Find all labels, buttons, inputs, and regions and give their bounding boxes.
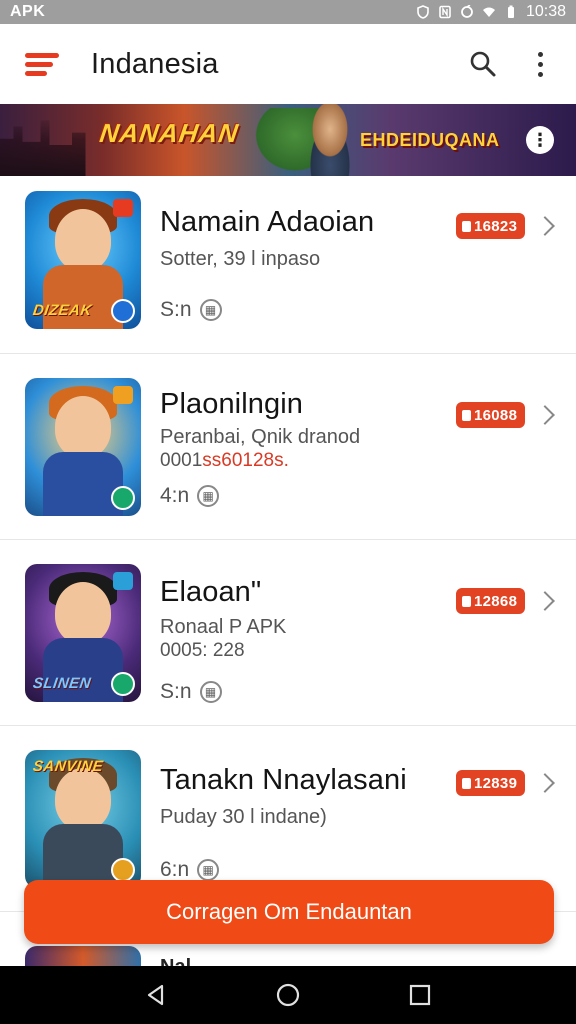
rating-text: S:n: [160, 298, 192, 321]
thumbnail-tag: SLINEN: [31, 675, 93, 692]
download-icon: ▦: [197, 859, 220, 881]
app-meta: S:n ▦: [160, 680, 222, 704]
app-title: Tanakn Nnaylasani: [160, 764, 407, 796]
primary-cta-button[interactable]: Corragen Om Endauntan: [24, 880, 554, 944]
status-time: 10:38: [525, 3, 566, 20]
chevron-right-icon: [535, 773, 555, 793]
app-title: Elaoan": [160, 576, 262, 608]
recents-icon[interactable]: [400, 975, 440, 1015]
app-thumbnail: SLINEN: [25, 564, 141, 702]
app-detail: 0005: 228: [160, 640, 245, 661]
download-icon: ▦: [197, 485, 220, 507]
app-thumbnail: [25, 378, 141, 516]
chevron-right-icon: [535, 405, 555, 425]
chevron-right-icon: [535, 591, 555, 611]
search-icon[interactable]: [466, 47, 500, 81]
more-options-icon[interactable]: [530, 47, 550, 81]
castle-illustration: [0, 120, 86, 176]
detail-highlight: ss60128s.: [202, 450, 289, 471]
status-badge: 12839: [456, 770, 526, 796]
page-title: Indanesia: [91, 47, 219, 80]
badge-value: 12868: [474, 592, 518, 610]
list-item[interactable]: SLINEN Elaoan" Ronaal P APK 0005: 228 S:…: [0, 540, 576, 726]
chevron-right-icon: [535, 216, 555, 236]
lock-icon: [462, 220, 471, 232]
menu-icon[interactable]: [25, 49, 63, 79]
app-bar: Indanesia: [0, 24, 576, 104]
list-item[interactable]: Plaonilngin Peranbai, Qnik dranod 0001ss…: [0, 354, 576, 540]
hero-illustration: [300, 104, 360, 176]
status-badge: 16823: [456, 213, 526, 239]
app-thumbnail: [25, 946, 141, 966]
status-icons: 10:38: [416, 3, 566, 21]
status-bar: APK 10:38: [0, 0, 576, 24]
promo-banner[interactable]: NANAHAN EHDEIDUQANA ⋮: [0, 104, 576, 176]
status-apk-label: APK: [10, 3, 46, 20]
lock-icon: [462, 595, 471, 607]
status-badge: 12868: [456, 588, 526, 614]
sync-icon: [461, 5, 473, 18]
rating-text: 6:n: [160, 858, 190, 881]
app-thumbnail: SANVINE: [25, 750, 141, 888]
thumbnail-tag: SANVINE: [31, 758, 105, 775]
system-nav-bar: [0, 966, 576, 1024]
app-meta: S:n ▦: [160, 298, 222, 322]
home-icon[interactable]: [268, 975, 308, 1015]
app-subtitle: Puday 30 l indane): [160, 806, 327, 828]
app-title: Plaonilngin: [160, 388, 303, 420]
badge-value: 12839: [474, 774, 518, 792]
list-item[interactable]: DIZEAK Namain Adaoian Sotter, 39 l inpas…: [0, 176, 576, 354]
download-icon: ▦: [199, 681, 222, 703]
app-meta: 6:n ▦: [160, 858, 220, 882]
app-subtitle: Sotter, 39 l inpaso: [160, 248, 321, 270]
wifi-icon: [482, 7, 495, 17]
rating-text: S:n: [160, 680, 192, 703]
banner-right-logo-text: EHDEIDUQANA: [360, 130, 500, 150]
shield-icon: [417, 5, 429, 19]
app-subtitle: Ronaal P APK: [160, 616, 287, 638]
app-detail: 0001ss60128s.: [160, 450, 289, 472]
status-badge: 16088: [456, 402, 526, 428]
app-subtitle: Peranbai, Qnik dranod: [160, 426, 361, 448]
back-icon[interactable]: [136, 975, 176, 1015]
rating-text: 4:n: [160, 484, 190, 507]
list-item-partial[interactable]: Nal: [0, 944, 576, 966]
battery-icon: [507, 5, 514, 18]
app-thumbnail: DIZEAK: [25, 191, 141, 329]
lock-icon: [462, 777, 471, 789]
download-icon: ▦: [199, 299, 222, 321]
thumbnail-tag: DIZEAK: [31, 302, 94, 319]
badge-value: 16823: [474, 217, 518, 235]
nfc-icon: [439, 5, 451, 19]
lock-icon: [462, 409, 471, 421]
banner-left-logo-text: NANAHAN: [97, 118, 241, 148]
app-title: Namain Adaoian: [160, 206, 375, 238]
app-title: Nal: [160, 956, 191, 966]
badge-value: 16088: [474, 406, 518, 424]
app-list: DIZEAK Namain Adaoian Sotter, 39 l inpas…: [0, 176, 576, 912]
info-icon[interactable]: ⋮: [526, 126, 554, 154]
detail-prefix: 0001: [160, 450, 203, 471]
app-meta: 4:n ▦: [160, 484, 220, 508]
